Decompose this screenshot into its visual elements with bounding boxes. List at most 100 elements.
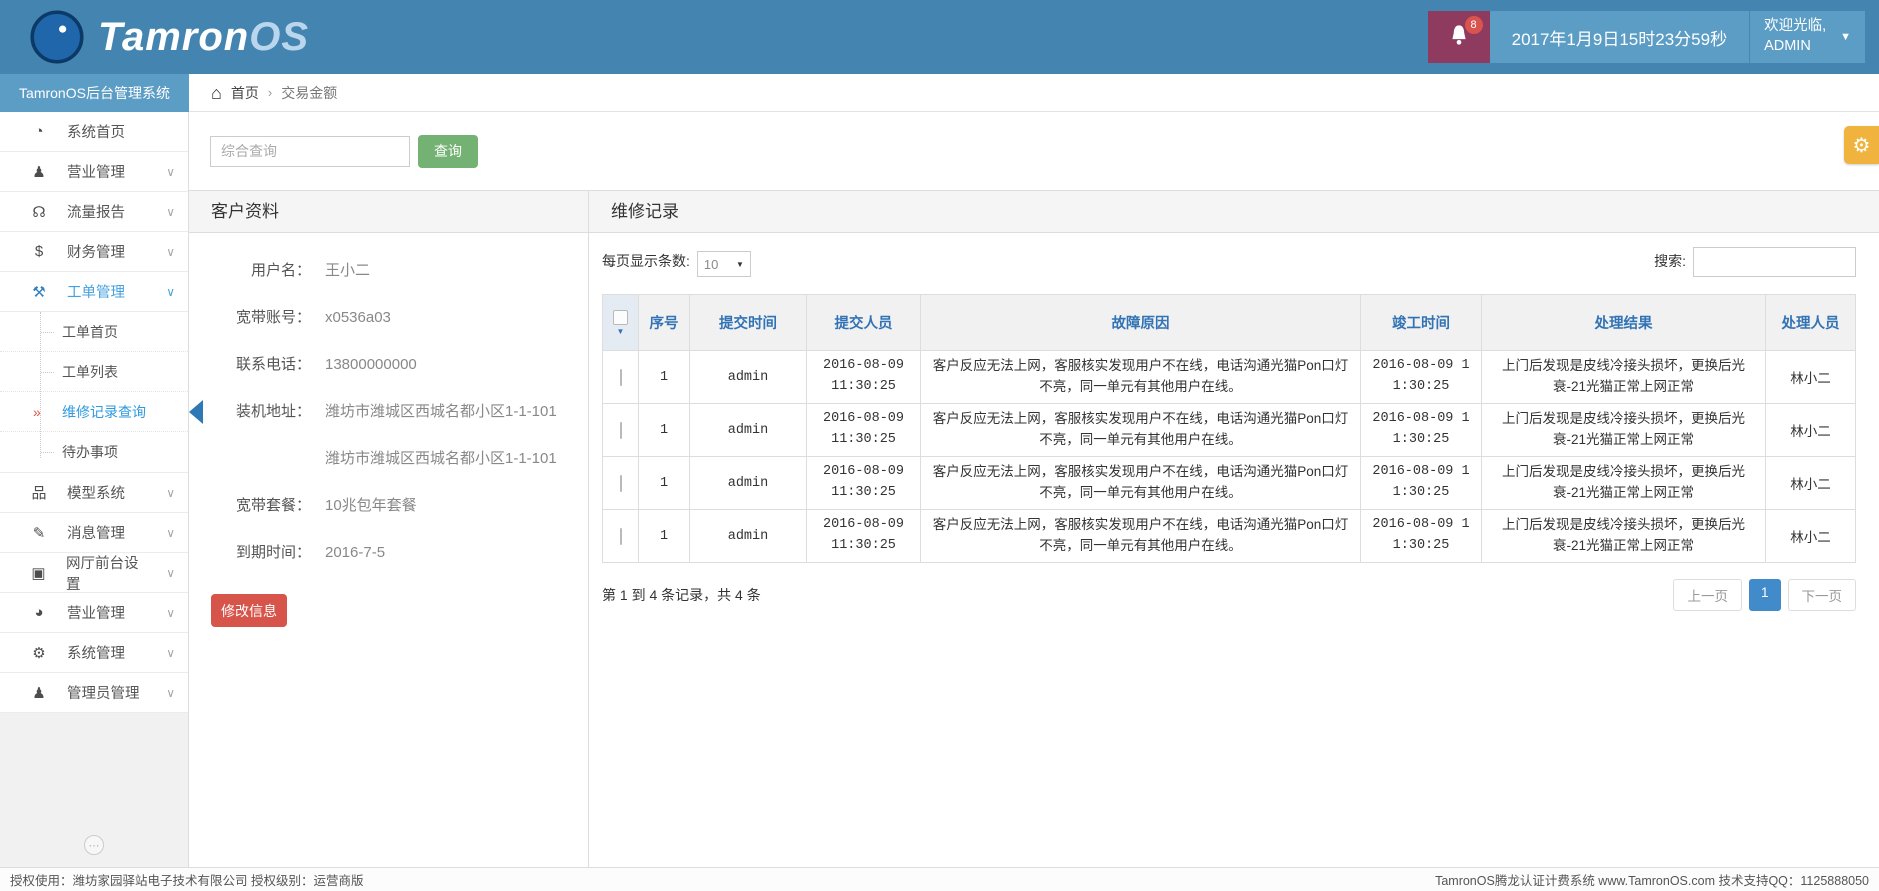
- table-search-input[interactable]: [1693, 247, 1856, 277]
- home-icon: ⌂: [211, 84, 222, 102]
- submit-time-cell: 2016-08-09 11:30:25: [807, 457, 921, 510]
- handler-cell: 林小二: [1766, 510, 1856, 563]
- records-panel-title: 维修记录: [589, 191, 1879, 233]
- sub-header: TamronOS后台管理系统 ⌂ 首页 › 交易金额: [0, 74, 1879, 112]
- sidebar-item-message[interactable]: ✎ 消息管理 ∨: [0, 513, 188, 553]
- global-search-input[interactable]: [210, 136, 410, 167]
- sidebar-item-system[interactable]: ⚙ 系统管理 ∨: [0, 633, 188, 673]
- search-toolbar: 查询: [189, 112, 1879, 190]
- ellipsis-icon: ⋯: [89, 839, 100, 852]
- edit-info-button[interactable]: 修改信息: [211, 594, 287, 627]
- rss-icon: ☊: [28, 203, 50, 221]
- logo[interactable]: TamronOS: [0, 10, 309, 64]
- panels-row: 客户资料 用户名： 王小二 宽带账号： x0536a03 联系电话： 13800: [189, 190, 1879, 867]
- column-header-submit-time[interactable]: 提交时间: [690, 295, 807, 351]
- sidebar-item-admin[interactable]: ♟ 管理员管理 ∨: [0, 673, 188, 713]
- chevron-down-icon: ∨: [166, 646, 175, 660]
- address-value: 潍坊市潍城区西城名都小区1-1-101: [325, 398, 557, 426]
- customer-field-row: 潍坊市潍城区西城名都小区1-1-101: [211, 445, 588, 473]
- submit-time-cell: 2016-08-09 11:30:25: [807, 510, 921, 563]
- tree-connector: [41, 372, 54, 373]
- sidebar-item-todo[interactable]: 待办事项: [0, 432, 188, 472]
- sidebar-item-business-2[interactable]: ◕ 营业管理 ∨: [0, 593, 188, 633]
- settings-gear-button[interactable]: ⚙: [1844, 126, 1879, 164]
- logo-globe-icon: [30, 10, 84, 64]
- records-panel: 维修记录 每页显示条数: 10 ▼ 搜索:: [589, 191, 1879, 867]
- breadcrumb-home[interactable]: 首页: [231, 83, 259, 103]
- table-row: 1 admin 2016-08-09 11:30:25 客户反应无法上网，客服核…: [603, 510, 1856, 563]
- sidebar-item-portal[interactable]: ▣ 网厅前台设置 ∨: [0, 553, 188, 593]
- fault-cell: 客户反应无法上网，客服核实发现用户不在线，电话沟通光猫Pon口灯不亮，同一单元有…: [921, 457, 1361, 510]
- select-all-header[interactable]: ▼: [603, 295, 639, 351]
- sidebar-item-finance[interactable]: $ 财务管理 ∨: [0, 232, 188, 272]
- result-cell: 上门后发现是皮线冷接头损坏，更换后光衰-21光猫正常上网正常: [1482, 404, 1766, 457]
- chevron-down-icon: ∨: [166, 486, 175, 500]
- column-header-handler[interactable]: 处理人员: [1766, 295, 1856, 351]
- chart-pie-icon: ◕: [28, 604, 50, 621]
- sidebar-item-workorder-home[interactable]: 工单首页: [0, 312, 188, 352]
- sidebar-collapse-button[interactable]: ⋯: [84, 835, 104, 855]
- sidebar-title: TamronOS后台管理系统: [0, 74, 189, 112]
- plan-value: 10兆包年套餐: [325, 492, 417, 520]
- row-checkbox[interactable]: [620, 528, 622, 545]
- sidebar-item-workorder[interactable]: ⚒ 工单管理 ∨: [0, 272, 188, 312]
- seq-cell: 1: [639, 457, 690, 510]
- tree-connector: [41, 332, 54, 333]
- submit-time-cell: 2016-08-09 11:30:25: [807, 351, 921, 404]
- fault-cell: 客户反应无法上网，客服核实发现用户不在线，电话沟通光猫Pon口灯不亮，同一单元有…: [921, 351, 1361, 404]
- finish-time-cell: 2016-08-09 11:30:25: [1361, 351, 1482, 404]
- sidebar-item-model[interactable]: 品 模型系统 ∨: [0, 473, 188, 513]
- username: ADMIN: [1764, 37, 1826, 57]
- sidebar-item-workorder-list[interactable]: 工单列表: [0, 352, 188, 392]
- table-footer: 第 1 到 4 条记录，共 4 条 上一页 1 下一页: [589, 563, 1879, 611]
- column-header-submitter[interactable]: 提交人员: [807, 295, 921, 351]
- user-icon: ♟: [28, 163, 50, 181]
- pagination-page-1[interactable]: 1: [1749, 579, 1781, 611]
- main-area: ◔ 系统首页 ♟ 营业管理 ∨ ☊ 流量报告 ∨ $ 财务管理 ∨ ⚒ 工单管理: [0, 112, 1879, 867]
- tree-connector: [41, 452, 54, 453]
- sidebar-item-dashboard[interactable]: ◔ 系统首页: [0, 112, 188, 152]
- row-checkbox[interactable]: [620, 369, 622, 386]
- desktop-icon: ▣: [28, 564, 49, 582]
- query-button[interactable]: 查询: [418, 135, 478, 168]
- sort-caret-icon: ▼: [617, 328, 625, 336]
- repair-records-table: ▼ 序号 提交时间 提交人员 故障原因 竣工时间 处理结果 处理人员: [602, 294, 1856, 563]
- records-info: 第 1 到 4 条记录，共 4 条: [602, 585, 761, 605]
- finish-time-cell: 2016-08-09 11:30:25: [1361, 510, 1482, 563]
- chevron-down-icon: ∨: [166, 165, 175, 179]
- edit-icon: ✎: [28, 524, 50, 542]
- users-icon: ♟: [28, 684, 50, 702]
- select-all-checkbox[interactable]: [613, 310, 628, 325]
- customer-panel: 客户资料 用户名： 王小二 宽带账号： x0536a03 联系电话： 13800: [189, 191, 589, 867]
- datetime-display: 2017年1月9日15时23分59秒: [1490, 11, 1749, 63]
- gears-icon: ⚙: [28, 644, 50, 662]
- column-header-fault[interactable]: 故障原因: [921, 295, 1361, 351]
- pagination-prev[interactable]: 上一页: [1673, 579, 1742, 611]
- finish-time-cell: 2016-08-09 11:30:25: [1361, 457, 1482, 510]
- usd-icon: $: [28, 243, 50, 260]
- address-value-2: 潍坊市潍城区西城名都小区1-1-101: [325, 445, 557, 473]
- fault-cell: 客户反应无法上网，客服核实发现用户不在线，电话沟通光猫Pon口灯不亮，同一单元有…: [921, 510, 1361, 563]
- sidebar-item-repair-records[interactable]: » 维修记录查询: [0, 392, 188, 432]
- sidebar-item-traffic[interactable]: ☊ 流量报告 ∨: [0, 192, 188, 232]
- wrench-icon: ⚒: [28, 283, 50, 301]
- table-search-label: 搜索:: [1654, 251, 1686, 271]
- column-header-seq[interactable]: 序号: [639, 295, 690, 351]
- row-checkbox[interactable]: [620, 422, 622, 439]
- column-header-finish-time[interactable]: 竣工时间: [1361, 295, 1482, 351]
- result-cell: 上门后发现是皮线冷接头损坏，更换后光衰-21光猫正常上网正常: [1482, 351, 1766, 404]
- table-controls: 每页显示条数: 10 ▼ 搜索:: [589, 233, 1879, 294]
- pagination-next[interactable]: 下一页: [1788, 579, 1857, 611]
- row-checkbox[interactable]: [620, 475, 622, 492]
- sidebar-item-business[interactable]: ♟ 营业管理 ∨: [0, 152, 188, 192]
- username-value: 王小二: [325, 257, 370, 285]
- customer-field-row: 到期时间： 2016-7-5: [211, 539, 588, 567]
- column-header-result[interactable]: 处理结果: [1482, 295, 1766, 351]
- license-text: 授权使用：潍坊家园驿站电子技术有限公司 授权级别：运营商版: [10, 870, 363, 889]
- content-area: ⚙ 查询 客户资料 用户名： 王小二 宽带账号：: [189, 112, 1879, 867]
- user-menu[interactable]: 欢迎光临, ADMIN ▼: [1749, 11, 1865, 63]
- pagination: 上一页 1 下一页: [1673, 579, 1856, 611]
- per-page-select[interactable]: 10 ▼: [697, 251, 751, 277]
- notifications-button[interactable]: 8: [1428, 11, 1490, 63]
- phone-value: 13800000000: [325, 351, 417, 379]
